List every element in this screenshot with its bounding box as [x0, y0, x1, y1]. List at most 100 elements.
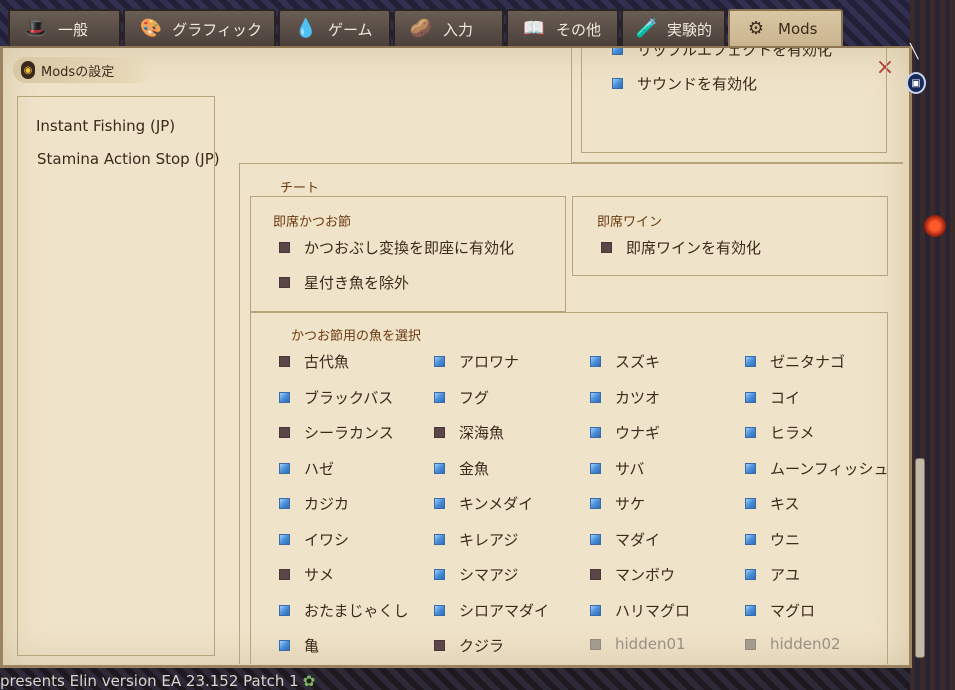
palette-icon: 🎨: [139, 18, 162, 39]
fish-checkbox[interactable]: アユ: [745, 564, 800, 585]
checkbox-icon: [434, 533, 445, 545]
fish-checkbox[interactable]: ゼニタナゴ: [745, 351, 845, 372]
checkbox-label: ヒラメ: [770, 424, 815, 442]
fish-checkbox[interactable]: シロアマダイ: [434, 600, 549, 621]
checkbox-icon: [590, 391, 601, 403]
checkbox-icon: [590, 462, 601, 474]
fire-icon: [924, 215, 946, 237]
checkbox-label: おたまじゃくし: [304, 601, 409, 620]
panel-title-text: Modsの設定: [41, 64, 115, 80]
tab-mods[interactable]: ⚙ Mods: [728, 9, 843, 47]
version-text: presents Elin version EA 23.152 Patch 1: [0, 672, 299, 690]
fish-checkbox[interactable]: サメ: [279, 564, 334, 585]
instant-wine-checkbox[interactable]: 即席ワインを有効化: [601, 237, 761, 258]
checkbox-icon: [434, 604, 445, 616]
checkbox-label: ハゼ: [304, 459, 335, 478]
tab-item-2[interactable]: 💧 ゲーム: [278, 9, 391, 47]
tab-label: グラフィック: [172, 20, 262, 39]
fish-checkbox[interactable]: キス: [745, 493, 800, 514]
fish-checkbox[interactable]: 亀: [279, 635, 319, 656]
checkbox-label: サメ: [304, 566, 335, 584]
checkbox-icon: [279, 242, 290, 253]
checkbox-icon: [434, 391, 445, 403]
fish-checkbox[interactable]: 金魚: [434, 458, 489, 479]
effects-group: リップルエフェクトを有効化 サウンドを有効化: [581, 48, 887, 153]
fish-checkbox[interactable]: ブラックバス: [279, 387, 393, 408]
checkbox-label: カジカ: [304, 495, 350, 513]
checkbox-label: 即席ワインを有効化: [626, 239, 762, 257]
fish-checkbox[interactable]: イワシ: [279, 529, 349, 550]
checkbox-icon: [745, 498, 756, 509]
fish-checkbox[interactable]: スズキ: [590, 351, 660, 372]
fish-checkbox[interactable]: 古代魚: [279, 351, 349, 372]
fish-checkbox[interactable]: マンボウ: [590, 564, 675, 585]
katsuobushi-group: 即席かつお節 かつおぶし変換を即座に有効化 星付き魚を除外: [250, 196, 566, 312]
checkbox-icon: [279, 427, 290, 438]
checkbox-icon: [279, 604, 290, 616]
katsuobushi-instant-checkbox[interactable]: かつおぶし変換を即座に有効化: [279, 237, 514, 258]
fish-checkbox[interactable]: シーラカンス: [279, 422, 394, 443]
fish-checkbox[interactable]: サケ: [590, 493, 645, 514]
fish-checkbox: hidden02: [745, 635, 841, 653]
lock-icon: ◉: [21, 61, 35, 79]
checkbox-icon: [745, 356, 756, 367]
checkbox-icon: [745, 533, 756, 545]
checkbox-icon: [590, 638, 601, 650]
checkbox-label: かつおぶし変換を即座に有効化: [304, 239, 515, 257]
fish-checkbox[interactable]: ウナギ: [590, 422, 660, 443]
tab-item-5[interactable]: 🧪 実験的: [621, 9, 726, 47]
sound-checkbox[interactable]: サウンドを有効化: [612, 73, 757, 94]
checkbox-label: リップルエフェクトを有効化: [637, 48, 833, 59]
checkbox-icon: [279, 640, 290, 651]
checkbox-icon: [434, 427, 445, 438]
checkbox-label: キス: [770, 495, 800, 513]
fish-checkbox[interactable]: シマアジ: [434, 564, 518, 585]
fish-checkbox[interactable]: おたまじゃくし: [279, 600, 409, 621]
tab-item-0[interactable]: 🎩 一般: [8, 9, 121, 47]
checkbox-icon: [434, 640, 445, 651]
ripple-effect-checkbox[interactable]: リップルエフェクトを有効化: [612, 48, 832, 60]
checkbox-icon: [279, 533, 290, 545]
fish-checkbox[interactable]: ハリマグロ: [590, 600, 690, 621]
tab-label: ゲーム: [328, 20, 373, 39]
flask-icon: 🧪: [635, 18, 659, 39]
fish-select-group: かつお節用の魚を選択 古代魚 ブラックバス シーラカンス ハゼ カジカ イワシ サメ おたまじ…: [250, 312, 889, 664]
fish-checkbox[interactable]: マグロ: [745, 600, 815, 621]
tab-item-4[interactable]: 📖 その他: [506, 9, 619, 47]
fish-checkbox[interactable]: カツオ: [590, 387, 660, 408]
tab-item-1[interactable]: 🎨 グラフィック: [123, 9, 276, 47]
panel-scrollbar[interactable]: [912, 58, 926, 658]
checkbox-icon: [434, 569, 445, 580]
mod-settings-area: リップルエフェクトを有効化 サウンドを有効化 チート 即席かつお節 かつおぶし変…: [223, 48, 903, 664]
fish-checkbox[interactable]: マダイ: [590, 529, 660, 550]
checkbox-label: サウンドを有効化: [637, 75, 758, 93]
checkbox-label: シマアジ: [459, 566, 519, 584]
checkbox-icon: [745, 638, 756, 650]
fish-checkbox[interactable]: キンメダイ: [434, 493, 533, 514]
fish-checkbox[interactable]: サバ: [590, 458, 644, 479]
fish-checkbox[interactable]: カジカ: [279, 493, 349, 514]
fish-checkbox[interactable]: キレアジ: [434, 529, 518, 550]
fish-checkbox[interactable]: アロワナ: [434, 351, 519, 372]
mouse-icon: 🥔: [409, 18, 433, 39]
fish-checkbox[interactable]: コイ: [745, 387, 800, 408]
mod-item-instant-fishing[interactable]: Instant Fishing (JP): [36, 117, 226, 135]
fish-checkbox[interactable]: ハゼ: [279, 458, 334, 479]
fish-checkbox[interactable]: フグ: [434, 387, 489, 408]
wine-group: 即席ワイン 即席ワインを有効化: [572, 196, 888, 276]
checkbox-label: サバ: [615, 459, 645, 478]
checkbox-label: スズキ: [615, 353, 661, 371]
fish-checkbox[interactable]: 深海魚: [434, 422, 504, 443]
plant-icon: ✿: [302, 672, 316, 690]
fish-checkbox[interactable]: ウニ: [745, 529, 800, 550]
mod-item-stamina-action-stop[interactable]: Stamina Action Stop (JP): [37, 150, 227, 168]
tab-item-3[interactable]: 🥔 入力: [393, 9, 504, 47]
checkbox-label: クジラ: [459, 637, 505, 655]
fish-checkbox[interactable]: ヒラメ: [745, 422, 815, 443]
exclude-starred-fish-checkbox[interactable]: 星付き魚を除外: [279, 272, 409, 293]
checkbox-label: hidden01: [615, 635, 686, 653]
checkbox-icon: [279, 498, 290, 509]
scrollbar-thumb[interactable]: [915, 458, 925, 658]
fish-checkbox[interactable]: ムーンフィッシュ: [745, 458, 889, 479]
fish-checkbox[interactable]: クジラ: [434, 635, 504, 656]
